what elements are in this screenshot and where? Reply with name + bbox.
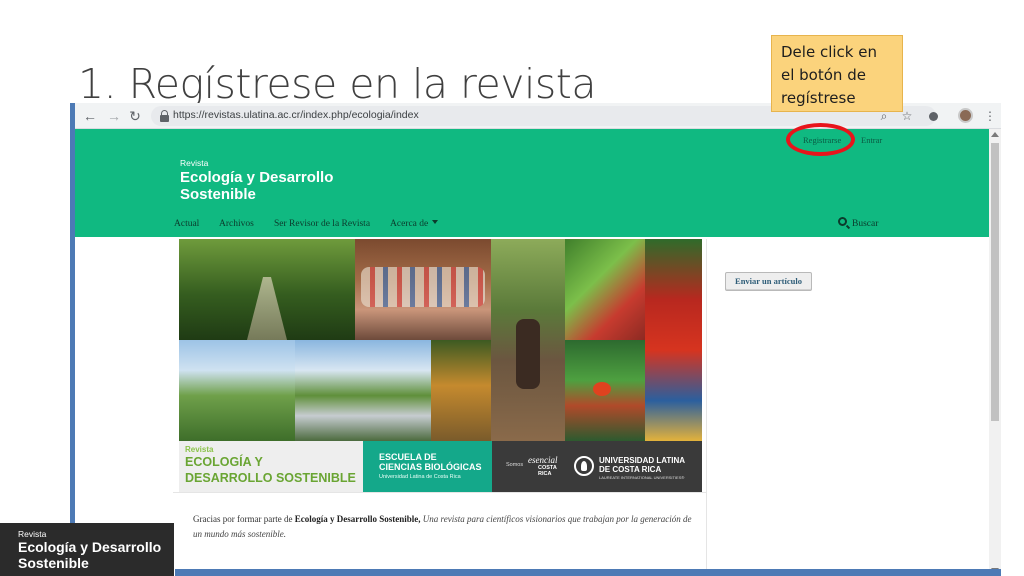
esencial-sub: COSTA RICA xyxy=(538,465,557,477)
nav-item-acerca-label: Acerca de xyxy=(390,219,429,229)
banner-journal-title: ECOLOGÍA Y xyxy=(185,455,263,469)
nav-item-acerca[interactable]: Acerca de xyxy=(390,219,439,229)
banner-school-line1: ESCUELA DE xyxy=(379,452,437,462)
page-viewport: Registrarse Entrar Revista Ecología y De… xyxy=(75,129,989,576)
instruction-callout: Dele click en el botón de regístrese xyxy=(771,35,903,112)
university-name-line1: UNIVERSIDAD LATINA xyxy=(599,456,686,465)
banner-school-band: ESCUELA DE CIENCIAS BIOLÓGICAS Universid… xyxy=(363,441,492,492)
corner-logo-title: Ecología y Desarrollo xyxy=(18,539,162,555)
banner-journal-subtitle: DESARROLLO SOSTENIBLE xyxy=(185,471,356,485)
banner-divider xyxy=(173,492,706,493)
extension-icon[interactable] xyxy=(929,112,938,121)
corner-journal-logo: Revista Ecología y Desarrollo Sostenible xyxy=(0,523,174,576)
content-divider xyxy=(706,239,707,576)
corner-logo-subtitle: Sostenible xyxy=(18,555,89,571)
banner-journal-band: Revista ECOLOGÍA Y DESARROLLO SOSTENIBLE xyxy=(179,441,363,492)
search-icon[interactable] xyxy=(838,217,847,226)
esencial-logo: esencial xyxy=(528,455,558,465)
slide: 1. Regístrese en la revista ← → ↻ https:… xyxy=(0,0,1024,576)
slide-title: 1. Regístrese en la revista xyxy=(78,60,596,108)
about-lead: Gracias por formar parte de xyxy=(193,514,295,524)
banner-school-line2: CIENCIAS BIOLÓGICAS xyxy=(379,462,482,472)
scrollbar-thumb[interactable] xyxy=(991,143,999,421)
corner-logo-small: Revista xyxy=(18,529,47,539)
photo-macaw xyxy=(645,239,702,441)
photo-river xyxy=(295,340,431,441)
journal-banner: Revista ECOLOGÍA Y DESARROLLO SOSTENIBLE… xyxy=(179,239,702,492)
university-laureate: LAUREATE INTERNATIONAL UNIVERSITIES® xyxy=(599,475,685,480)
profile-avatar[interactable] xyxy=(958,108,973,123)
banner-university-band: Somos esencial COSTA RICA UNIVERSIDAD LAT… xyxy=(492,441,702,492)
site-logo-subtitle[interactable]: Sostenible xyxy=(180,186,256,203)
esencial-rica: RICA xyxy=(538,471,552,477)
slide-footer-bar xyxy=(175,569,1001,576)
banner-revista-label: Revista xyxy=(185,445,214,454)
browser-window: ← → ↻ https://revistas.ulatina.ac.cr/ind… xyxy=(75,103,1001,576)
banner-school-sub: Universidad Latina de Costa Rica xyxy=(379,474,461,480)
site-logo-title[interactable]: Ecología y Desarrollo xyxy=(180,169,333,186)
photo-horse-rider xyxy=(491,239,565,441)
lock-icon xyxy=(159,110,169,122)
photo-valley xyxy=(179,340,295,441)
nav-item-revisor[interactable]: Ser Revisor de la Revista xyxy=(274,219,370,229)
forward-arrow-icon[interactable]: → xyxy=(105,107,123,125)
photo-children xyxy=(355,239,491,340)
photo-vegetables xyxy=(565,239,645,340)
page-scrollbar[interactable] xyxy=(989,129,1001,576)
submit-article-button[interactable]: Enviar un artículo xyxy=(725,272,812,291)
university-name-line2: DE COSTA RICA xyxy=(599,465,662,474)
nav-item-archivos[interactable]: Archivos xyxy=(219,219,254,229)
about-journal-name: Ecología y Desarrollo Sostenible xyxy=(294,514,419,524)
back-arrow-icon[interactable]: ← xyxy=(81,107,99,125)
university-emblem-icon xyxy=(574,456,594,476)
banner-somos: Somos xyxy=(506,462,524,468)
login-link[interactable]: Entrar xyxy=(861,135,882,145)
photo-tree-frog xyxy=(565,340,645,441)
site-logo-small[interactable]: Revista xyxy=(180,158,208,168)
reload-icon[interactable]: ↻ xyxy=(126,107,144,125)
scroll-up-arrow-icon[interactable] xyxy=(991,132,999,137)
journal-about-text: Gracias por formar parte de Ecología y D… xyxy=(193,512,693,542)
caret-down-icon xyxy=(432,220,439,224)
kebab-menu-icon[interactable]: ⋮ xyxy=(982,107,998,125)
photo-monkey xyxy=(431,340,491,441)
url-text: https://revistas.ulatina.ac.cr/index.php… xyxy=(173,109,419,121)
photo-hanging-bridge xyxy=(179,239,355,340)
highlight-circle xyxy=(786,123,855,156)
search-link[interactable]: Buscar xyxy=(852,219,878,229)
nav-item-actual[interactable]: Actual xyxy=(174,219,199,229)
